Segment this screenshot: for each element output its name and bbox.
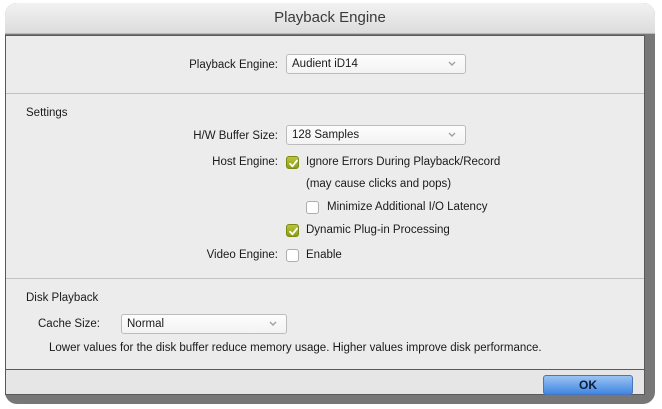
- video-enable-label: Enable: [306, 249, 342, 261]
- hw-buffer-popup[interactable]: 128 Samples: [286, 125, 466, 145]
- playback-engine-value: Audient iD14: [292, 58, 358, 70]
- video-enable-checkbox[interactable]: [286, 249, 299, 262]
- ignore-errors-checkbox[interactable]: [286, 156, 299, 169]
- settings-heading: Settings: [26, 107, 68, 119]
- checkmark-icon: [289, 159, 298, 168]
- dynamic-plugin-label: Dynamic Plug-in Processing: [306, 224, 450, 236]
- hw-buffer-label: H/W Buffer Size:: [193, 130, 278, 142]
- ignore-errors-label: Ignore Errors During Playback/Record: [306, 156, 501, 168]
- checkmark-icon: [289, 227, 298, 236]
- window-title: Playback Engine: [5, 3, 655, 34]
- host-engine-label: Host Engine:: [212, 156, 278, 168]
- cache-size-label: Cache Size:: [38, 318, 101, 330]
- minimize-latency-checkbox[interactable]: [306, 201, 319, 214]
- minimize-latency-label: Minimize Additional I/O Latency: [327, 201, 488, 213]
- dynamic-plugin-checkbox[interactable]: [286, 224, 299, 237]
- playback-engine-label: Playback Engine:: [189, 59, 278, 71]
- dialog-content: Playback Engine: Audient iD14 Settings H…: [5, 35, 645, 370]
- section-divider: [6, 278, 644, 279]
- disk-playback-heading: Disk Playback: [26, 292, 99, 304]
- ignore-errors-note: (may cause clicks and pops): [306, 178, 452, 190]
- popup-arrow-icon: [448, 61, 456, 66]
- popup-arrow-icon: [269, 321, 277, 326]
- ok-button[interactable]: OK: [543, 375, 633, 395]
- disk-buffer-note: Lower values for the disk buffer reduce …: [49, 342, 542, 354]
- cache-size-popup[interactable]: Normal: [121, 314, 287, 334]
- video-engine-label: Video Engine:: [206, 249, 278, 261]
- cache-size-value: Normal: [127, 318, 165, 330]
- playback-engine-popup[interactable]: Audient iD14: [286, 54, 466, 74]
- section-divider: [6, 93, 644, 94]
- popup-arrow-icon: [448, 132, 456, 137]
- hw-buffer-value: 128 Samples: [292, 129, 360, 141]
